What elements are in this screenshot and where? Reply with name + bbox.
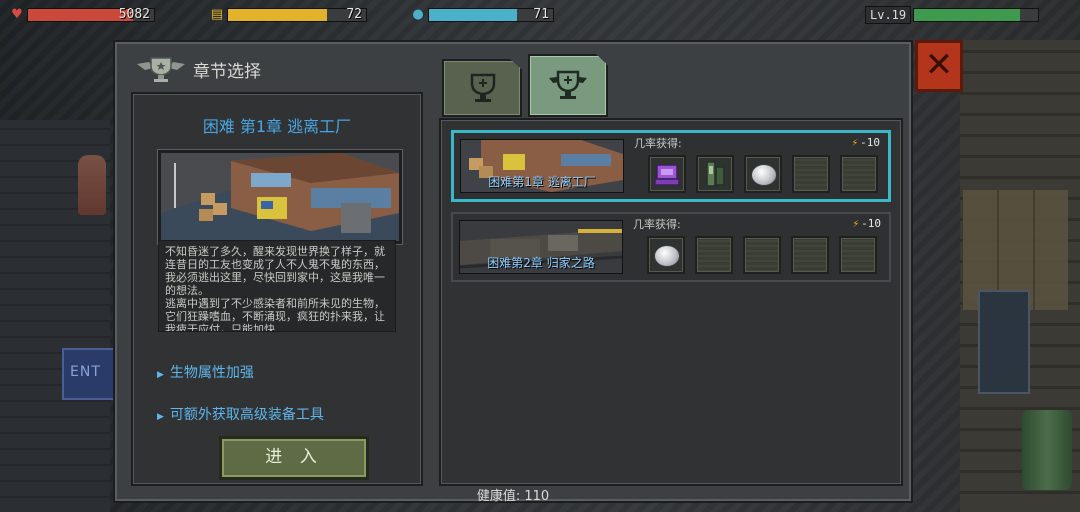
food-value: 72 xyxy=(346,7,362,22)
chapter-row[interactable]: 困难第2章 归家之路 几率获得: ⚡ -10 xyxy=(451,212,891,282)
energy-cost: ⚡ -10 xyxy=(853,217,882,230)
lightning-icon: ⚡ xyxy=(851,136,859,149)
energy-cost-value: -10 xyxy=(861,217,881,230)
xp-bar xyxy=(913,8,1040,22)
winged-trophy-tab-icon xyxy=(549,70,587,99)
chapter-name: 困难第2章 归家之路 xyxy=(487,256,595,270)
feature-item: ▶ 可额外获取高级装备工具 xyxy=(157,404,324,424)
water-drop-icon: ● xyxy=(412,7,424,22)
chapter-thumbnail: 困难第1章 逃离工厂 xyxy=(460,139,624,193)
hp-bar: 5082 xyxy=(27,7,155,22)
silver-coin-icon xyxy=(654,245,680,267)
drop-chance-label: 几率获得: xyxy=(634,137,682,150)
green-tool-icon xyxy=(706,161,725,187)
reward-slot-empty xyxy=(743,236,781,274)
chapter-row[interactable]: 困难第1章 逃离工厂 几率获得: ⚡ -10 xyxy=(451,130,891,202)
chapter-detail-panel: 困难 第1章 逃离工厂 不知昏迷了多久，醒来发现世界换了样子，就连昔日的工友也变… xyxy=(131,92,423,486)
drop-chance-label: 几率获得: xyxy=(633,218,681,231)
purple-chest-icon xyxy=(654,164,680,186)
reward-slot-empty xyxy=(791,236,829,274)
description-paragraph: 不知昏迷了多久，醒来发现世界换了样子，就连昔日的工友也变成了人不人鬼不鬼的东西，… xyxy=(165,245,385,297)
lightning-icon: ⚡ xyxy=(852,217,860,230)
water-bar: 71 xyxy=(428,7,554,22)
chapter-list-panel: 困难第1章 逃离工厂 几率获得: ⚡ -10 困难第2章 归家之路 几率获得: … xyxy=(439,118,903,486)
triangle-bullet-icon: ▶ xyxy=(157,412,164,422)
chapter-select-dialog: 章节选择 困难 第1章 逃离工厂 不知昏迷了多久，醒来发现世界换了样子，就连昔日… xyxy=(113,40,913,504)
winged-trophy-icon xyxy=(137,57,185,82)
enter-button[interactable]: 进 入 xyxy=(219,436,369,480)
health-value: 健康值: 110 xyxy=(476,489,550,504)
close-icon: ✕ xyxy=(924,45,954,85)
silver-coin-icon xyxy=(751,164,777,186)
reward-slot-empty xyxy=(839,236,877,274)
feature-label: 生物属性加强 xyxy=(169,365,254,381)
water-value: 71 xyxy=(533,7,549,22)
level-stat: Lv.19 xyxy=(865,6,1040,24)
dialog-header: 章节选择 xyxy=(135,54,261,84)
background-sign: ENT xyxy=(62,348,116,400)
description-paragraph: 逃离中遇到了不少感染者和前所未见的生物，它们狂躁嗜血，不断涌现，疯狂的扑来我，让… xyxy=(165,297,385,332)
energy-cost: ⚡ -10 xyxy=(852,136,881,149)
chapter-name: 困难第1章 逃离工厂 xyxy=(488,175,596,189)
hp-stat: ♥ 5082 xyxy=(10,6,155,24)
hp-value: 5082 xyxy=(118,7,150,22)
trophy-tab-icon xyxy=(470,73,496,102)
heart-icon: ♥ xyxy=(11,7,23,22)
tab-winged-trophy[interactable] xyxy=(528,54,608,117)
reward-slots xyxy=(648,155,888,193)
feature-item: ▶ 生物属性加强 xyxy=(157,362,254,382)
reward-slot[interactable] xyxy=(648,155,686,193)
reward-slot[interactable] xyxy=(744,155,782,193)
close-button[interactable]: ✕ xyxy=(915,40,963,92)
reward-slot[interactable] xyxy=(696,155,734,193)
energy-cost-value: -10 xyxy=(860,136,880,149)
food-bar: 72 xyxy=(227,7,367,22)
background-barrel xyxy=(1022,410,1072,490)
chapter-description: 不知昏迷了多久，醒来发现世界换了样子，就连昔日的工友也变成了人不人鬼不鬼的东西，… xyxy=(158,240,396,332)
background-door xyxy=(978,290,1030,394)
triangle-bullet-icon: ▶ xyxy=(157,370,164,380)
reward-slot-empty xyxy=(792,155,830,193)
reward-slots xyxy=(647,236,887,274)
dialog-title: 章节选择 xyxy=(193,61,261,82)
background-character xyxy=(78,155,106,215)
food-stat: ▤ 72 xyxy=(210,6,367,24)
chapter-preview-image xyxy=(158,150,402,244)
level-label: Lv.19 xyxy=(865,6,912,24)
reward-slot-empty xyxy=(840,155,878,193)
chapter-thumbnail: 困难第2章 归家之路 xyxy=(459,220,623,274)
food-can-icon: ▤ xyxy=(210,7,224,22)
reward-slot[interactable] xyxy=(647,236,685,274)
reward-slot-empty xyxy=(695,236,733,274)
chapter-title: 困难 第1章 逃离工厂 xyxy=(202,117,352,136)
water-stat: ● 71 xyxy=(411,6,554,24)
feature-label: 可额外获取高级装备工具 xyxy=(169,407,324,423)
tab-trophy[interactable] xyxy=(442,59,522,117)
